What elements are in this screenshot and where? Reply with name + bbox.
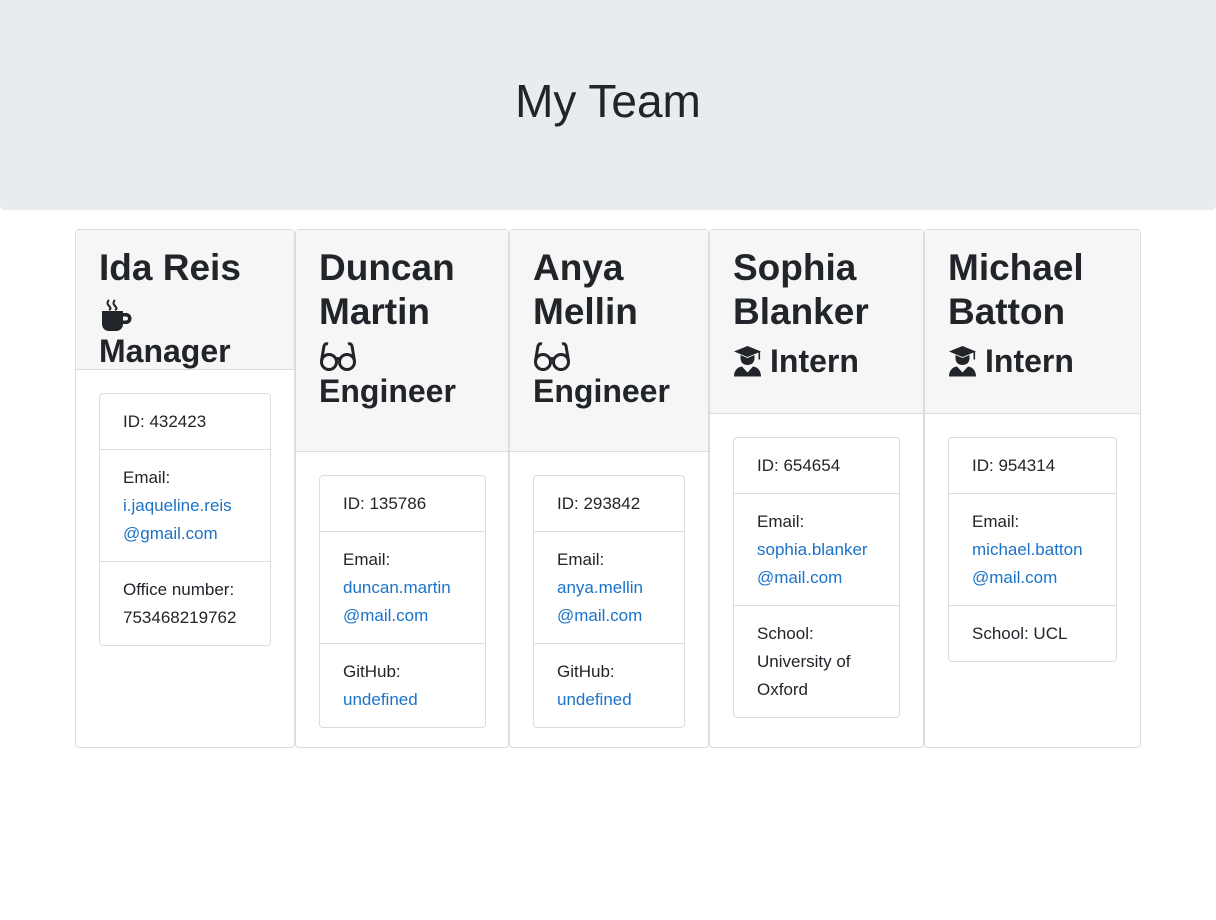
card-header: Ida Reis Manager xyxy=(76,230,294,370)
employee-github: GitHub: undefined xyxy=(534,644,684,727)
page-title: My Team xyxy=(515,75,701,127)
employee-email: Email: i.jaqueline.reis @gmail.com xyxy=(100,450,270,562)
employee-name: Sophia Blanker xyxy=(733,247,869,332)
employee-details-list: ID: 135786 Email: duncan.martin @mail.co… xyxy=(319,475,486,728)
glasses-icon xyxy=(534,342,570,371)
employee-name: Anya Mellin xyxy=(533,247,638,332)
email-link[interactable]: duncan.martin @mail.com xyxy=(343,574,462,630)
employee-details-list: ID: 954314 Email: michael.batton @mail.c… xyxy=(948,437,1117,662)
user-graduate-icon xyxy=(734,346,761,377)
employee-details-list: ID: 432423 Email: i.jaqueline.reis @gmai… xyxy=(99,393,271,646)
card-header: Sophia Blanker Intern xyxy=(710,230,923,414)
card-body: ID: 135786 Email: duncan.martin @mail.co… xyxy=(296,452,508,728)
card-body: ID: 432423 Email: i.jaqueline.reis @gmai… xyxy=(76,370,294,646)
employee-name: Duncan Martin xyxy=(319,247,455,332)
employee-details-list: ID: 654654 Email: sophia.blanker @mail.c… xyxy=(733,437,900,718)
employee-card-intern: Michael Batton Intern ID: 954314 Email: xyxy=(924,229,1141,748)
employee-id: ID: 432423 xyxy=(100,394,270,450)
employee-role: Engineer xyxy=(319,342,485,410)
card-header: Anya Mellin Engineer xyxy=(510,230,708,452)
github-link[interactable]: undefined xyxy=(557,686,661,714)
email-link[interactable]: sophia.blanker @mail.com xyxy=(757,536,876,592)
team-cards: Ida Reis Manager ID: 432423 Email: i.jaq… xyxy=(75,229,1141,748)
employee-email: Email: anya.mellin @mail.com xyxy=(534,532,684,644)
mug-hot-icon xyxy=(102,299,132,331)
employee-id: ID: 135786 xyxy=(320,476,485,532)
user-graduate-icon xyxy=(949,346,976,377)
employee-role: Intern xyxy=(948,342,1117,380)
employee-card-manager: Ida Reis Manager ID: 432423 Email: i.jaq… xyxy=(75,229,295,748)
card-body: ID: 654654 Email: sophia.blanker @mail.c… xyxy=(710,414,923,718)
card-body: ID: 293842 Email: anya.mellin @mail.com … xyxy=(510,452,708,728)
employee-card-intern: Sophia Blanker Intern ID: 654654 Email: xyxy=(709,229,924,748)
employee-name: Ida Reis xyxy=(99,247,241,288)
employee-email: Email: duncan.martin @mail.com xyxy=(320,532,485,644)
employee-details-list: ID: 293842 Email: anya.mellin @mail.com … xyxy=(533,475,685,728)
card-header: Duncan Martin Engineer xyxy=(296,230,508,452)
employee-school: School: University of Oxford xyxy=(757,624,851,699)
glasses-icon xyxy=(320,342,356,371)
employee-card-engineer: Duncan Martin Engineer ID: 135786 Email: xyxy=(295,229,509,748)
employee-role: Intern xyxy=(733,342,900,380)
employee-github: GitHub: undefined xyxy=(320,644,485,727)
email-link[interactable]: anya.mellin @mail.com xyxy=(557,574,661,630)
employee-id: ID: 293842 xyxy=(534,476,684,532)
employee-office-number: Office number: 753468219762 xyxy=(123,580,237,627)
card-body: ID: 954314 Email: michael.batton @mail.c… xyxy=(925,414,1140,662)
employee-role: Engineer xyxy=(533,342,685,410)
employee-role: Manager xyxy=(99,298,271,370)
employee-email: Email: michael.batton @mail.com xyxy=(949,494,1116,606)
employee-id: ID: 954314 xyxy=(949,438,1116,494)
github-link[interactable]: undefined xyxy=(343,686,462,714)
card-header: Michael Batton Intern xyxy=(925,230,1140,414)
employee-id: ID: 654654 xyxy=(734,438,899,494)
email-link[interactable]: i.jaqueline.reis @gmail.com xyxy=(123,492,247,548)
employee-school: School: UCL xyxy=(972,624,1068,643)
employee-email: Email: sophia.blanker @mail.com xyxy=(734,494,899,606)
email-link[interactable]: michael.batton @mail.com xyxy=(972,536,1093,592)
page-header: My Team xyxy=(0,0,1216,210)
employee-card-engineer: Anya Mellin Engineer ID: 293842 Email: a… xyxy=(509,229,709,748)
employee-name: Michael Batton xyxy=(948,247,1084,332)
